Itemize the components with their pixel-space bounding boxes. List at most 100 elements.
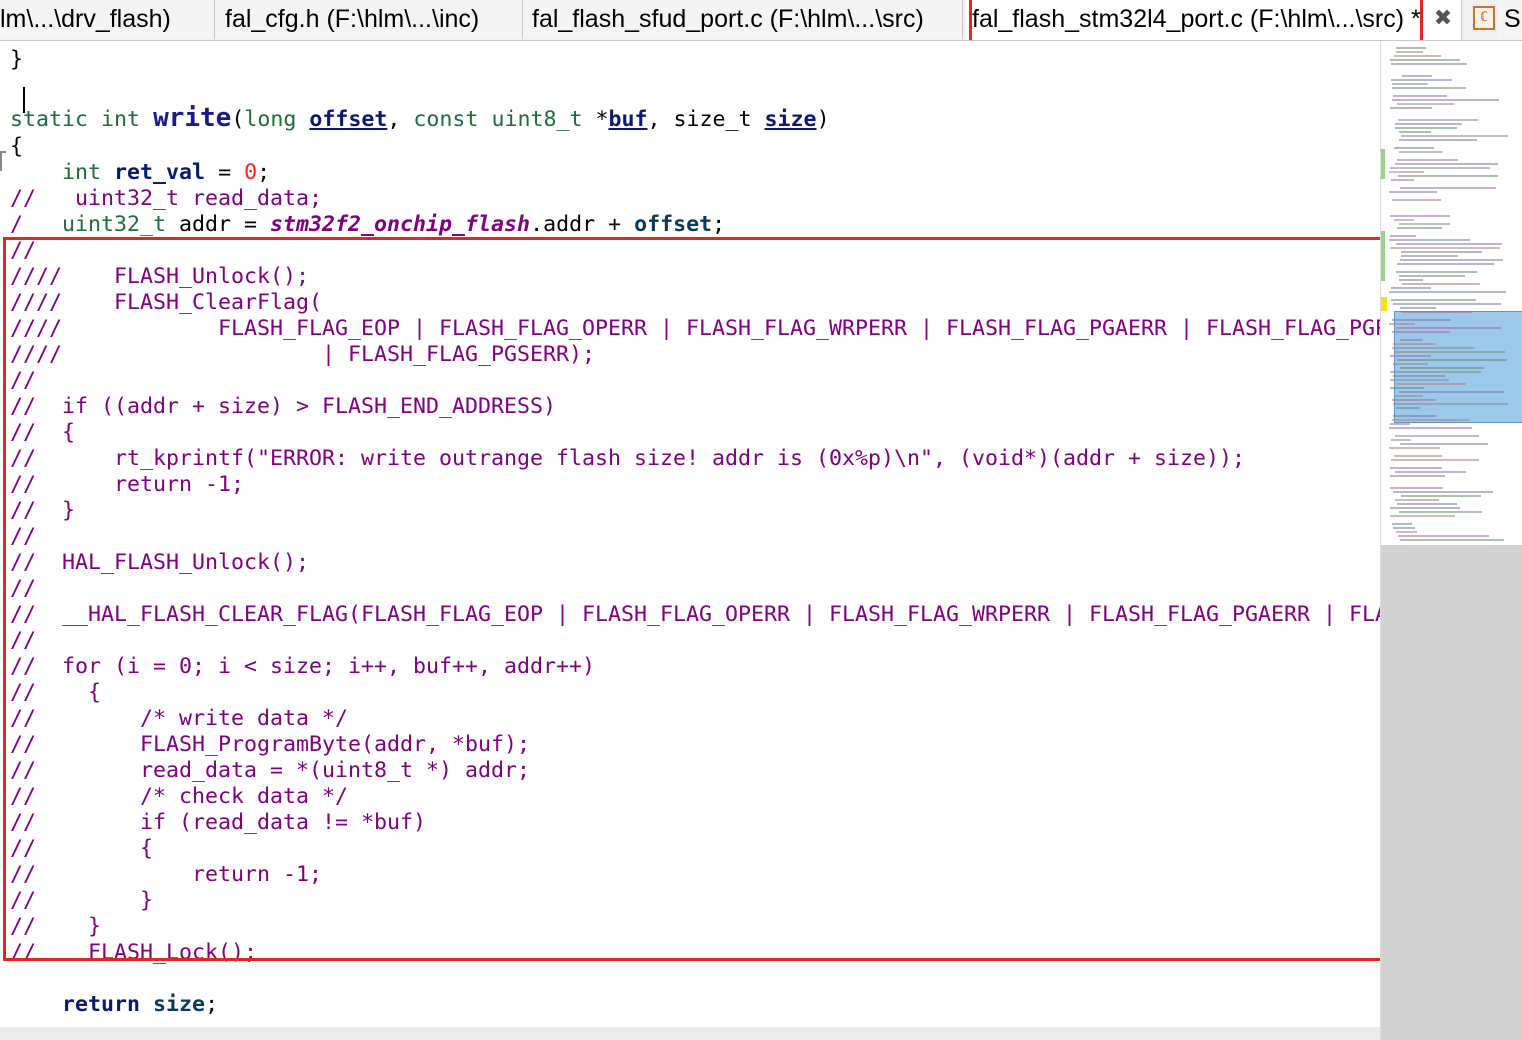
comment-line: // if ((addr + size) > FLASH_END_ADDRESS… — [10, 394, 557, 419]
closing-brace: } — [10, 47, 24, 72]
minimap-line — [1396, 47, 1426, 49]
comment-line: // — [10, 368, 37, 393]
minimap-line — [1402, 75, 1432, 77]
minimap-line — [1389, 239, 1470, 241]
minimap-line — [1393, 303, 1501, 305]
code-editor[interactable]: } static int write(long offset, const ui… — [0, 41, 1380, 1027]
minimap-line — [1401, 251, 1482, 253]
minimap-line — [1392, 419, 1470, 421]
comment-line: // return -1; — [10, 862, 323, 887]
minimap-line — [1401, 495, 1481, 497]
comment-line: // if (read_data != *buf) — [10, 810, 427, 835]
minimap-line — [1398, 119, 1478, 121]
minimap-line — [1390, 215, 1450, 217]
paren-close: ) — [816, 107, 830, 132]
type-size-t: size_t — [673, 107, 752, 132]
minimap-line — [1390, 387, 1424, 389]
minimap-line — [1392, 319, 1451, 321]
minimap-line — [1392, 83, 1428, 85]
minimap-line — [1397, 263, 1494, 265]
keyword-const: const — [413, 107, 479, 132]
minimap-line — [1394, 351, 1505, 353]
minimap-line — [1402, 283, 1480, 285]
tab-fal-flash-sfud-port-c[interactable]: fal_flash_sfud_port.c (F:\hlm\...\src) — [523, 0, 963, 39]
comment-line: // FLASH_Lock(); — [10, 940, 258, 965]
minimap-line — [1397, 503, 1457, 505]
minimap-modified-marker — [1381, 297, 1387, 311]
minimap-line — [1392, 199, 1441, 201]
type-uint8: uint8_t — [491, 107, 583, 132]
minimap-line — [1400, 367, 1484, 369]
type-uint32: uint32_t — [62, 212, 167, 237]
pointer-star: * — [582, 107, 609, 132]
minimap-line — [1395, 499, 1439, 501]
minimap-line — [1390, 355, 1431, 357]
source-file-icon: ℂ — [1473, 6, 1495, 30]
minimap-line — [1391, 79, 1452, 81]
minimap-line — [1400, 539, 1504, 541]
comment-line: // __HAL_FLASH_CLEAR_FLAG(FLASH_FLAG_EOP… — [10, 602, 1380, 627]
minimap-line — [1391, 287, 1431, 289]
tab-fal-cfg-h[interactable]: fal_cfg.h (F:\hlm\...\inc) — [215, 0, 523, 39]
comment-line: // HAL_FLASH_Unlock(); — [10, 550, 310, 575]
minimap-line — [1396, 407, 1420, 409]
param-offset: offset — [309, 107, 388, 132]
minimap-line — [1396, 51, 1423, 53]
minimap-line — [1391, 179, 1414, 181]
minimap-line — [1393, 375, 1445, 377]
code-line: { — [10, 134, 23, 160]
minimap-line — [1393, 527, 1415, 529]
semicolon: ; — [712, 212, 726, 237]
param-buf: buf — [608, 107, 648, 132]
minimap-line — [1391, 439, 1411, 441]
minimap-line — [1393, 403, 1508, 405]
return-line: return size; — [10, 992, 218, 1018]
minimap-line — [1400, 307, 1436, 309]
minimap-line — [1391, 459, 1479, 461]
comment-line: //// FLASH_ClearFlag( — [10, 290, 323, 315]
tab-fal-flash-stm32l4-port-c[interactable]: fal_flash_stm32l4_port.c (F:\hlm\...\src… — [966, 0, 1462, 40]
minimap-line — [1392, 331, 1450, 333]
tab-bar: lm\...\drv_flash) fal_cfg.h (F:\hlm\...\… — [0, 0, 1522, 41]
comment-line: //// | FLASH_FLAG_PGSERR); — [10, 342, 596, 367]
tab-next[interactable]: S — [1497, 0, 1522, 39]
minimap-line — [1389, 323, 1415, 325]
tab-label: fal_cfg.h (F:\hlm\...\inc) — [225, 5, 480, 33]
keyword-int: int — [62, 160, 102, 185]
tab-label: S — [1504, 5, 1521, 33]
minimap-change-marker — [1381, 231, 1385, 281]
keyword-return: return — [62, 992, 141, 1017]
horizontal-scrollbar[interactable] — [0, 1027, 1380, 1040]
comma: , — [647, 107, 674, 132]
fold-marker[interactable] — [0, 151, 6, 171]
minimap-line — [1389, 171, 1424, 173]
minimap-line — [1401, 255, 1458, 257]
minimap-line — [1394, 219, 1414, 221]
minimap-change-marker — [1381, 149, 1385, 179]
minimap-line — [1392, 99, 1499, 101]
minimap-line — [1394, 147, 1434, 149]
comment-line: //// FLASH_FLAG_EOP | FLASH_FLAG_OPERR |… — [10, 316, 1380, 341]
minimap-line — [1392, 347, 1474, 349]
comma: , — [387, 107, 414, 132]
semicolon: ; — [205, 992, 219, 1017]
minimap-line — [1394, 455, 1442, 457]
minimap-line — [1389, 427, 1472, 429]
minimap-line — [1399, 151, 1443, 153]
minimap-empty-area — [1381, 545, 1522, 1040]
comment-line: // /* check data */ — [10, 784, 349, 809]
code-minimap[interactable] — [1380, 41, 1522, 1040]
paren-open: ( — [231, 107, 245, 132]
minimap-line — [1397, 359, 1507, 361]
function-signature-line: static int write(long offset, const uint… — [10, 103, 830, 133]
minimap-line — [1398, 175, 1498, 177]
minimap-line — [1400, 259, 1503, 261]
minimap-line — [1399, 139, 1477, 141]
tab-drv-flash[interactable]: lm\...\drv_flash) — [0, 0, 215, 39]
close-tab-icon[interactable]: ✖ — [1432, 6, 1454, 32]
code-line: / uint32_t addr = stm32f2_onchip_flash.a… — [10, 212, 725, 238]
comment-line: // return -1; — [10, 472, 245, 497]
minimap-line — [1390, 235, 1416, 237]
tab-label: fal_flash_stm32l4_port.c (F:\hlm\...\src… — [972, 5, 1421, 33]
